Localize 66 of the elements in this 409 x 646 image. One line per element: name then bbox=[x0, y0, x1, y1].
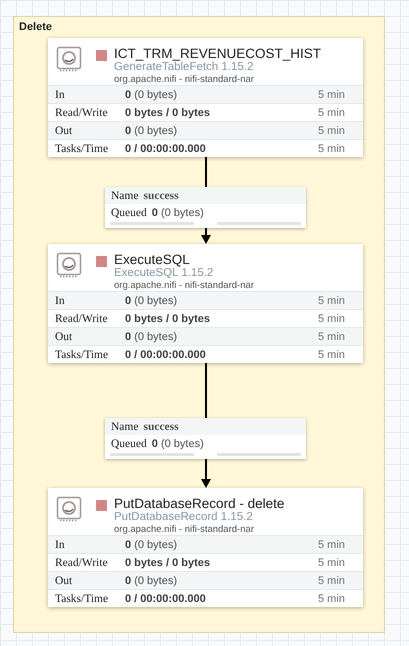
stat-label: In bbox=[55, 538, 66, 550]
name-label: Name bbox=[111, 190, 138, 202]
processor-card[interactable]: ExecuteSQL ExecuteSQL 1.15.2 org.apache.nifi - nifi-standard-nar In 0 (0 bytes) 5 min Read/Write 0 bytes / 0 bytes 5 min Out 0 (0 bytes) 5 min Tasks/Time 0 / 00:00:00.000 5 min bbox=[48, 244, 363, 363]
stat-value: 0 (0 bytes) bbox=[125, 538, 178, 550]
stat-value: 0 bytes / 0 bytes bbox=[125, 312, 211, 324]
processor-name: PutDatabaseRecord - delete bbox=[114, 496, 284, 511]
processor-icon bbox=[56, 496, 82, 522]
stat-label: In bbox=[55, 88, 66, 100]
stat-value: 0 (0 bytes) bbox=[125, 574, 178, 586]
stat-value: 0 / 00:00:00.000 bbox=[125, 348, 207, 360]
stat-value: 0 / 00:00:00.000 bbox=[125, 142, 207, 154]
processor-icon bbox=[56, 46, 82, 72]
connection-name: success bbox=[143, 420, 179, 432]
stat-value: 0 (0 bytes) bbox=[125, 294, 178, 306]
processor-type: PutDatabaseRecord 1.15.2 bbox=[114, 511, 254, 524]
stat-window: 5 min bbox=[318, 142, 363, 154]
stat-value: 0 (0 bytes) bbox=[125, 330, 178, 342]
stat-label: Tasks/Time bbox=[55, 592, 110, 604]
stat-window: 5 min bbox=[318, 106, 363, 118]
processor-type: GenerateTableFetch 1.15.2 bbox=[114, 61, 254, 74]
stat-label: Read/Write bbox=[55, 556, 109, 568]
processor-name: ICT_TRM_REVENUECOST_HIST bbox=[114, 46, 322, 61]
connection-line bbox=[205, 363, 207, 418]
connection-label[interactable]: Name success Queued 0 (0 bytes) bbox=[105, 187, 306, 228]
stat-value: 0 bytes / 0 bytes bbox=[125, 556, 211, 568]
stat-label: In bbox=[55, 294, 66, 306]
stat-label: Read/Write bbox=[55, 312, 109, 324]
stat-window: 5 min bbox=[318, 538, 363, 550]
stat-window: 5 min bbox=[318, 294, 363, 306]
connection-line bbox=[205, 459, 207, 479]
queued-label: Queued bbox=[111, 206, 147, 218]
stat-value: 0 / 00:00:00.000 bbox=[125, 592, 207, 604]
stat-window: 5 min bbox=[318, 312, 363, 324]
stat-window: 5 min bbox=[318, 592, 363, 604]
stat-window: 5 min bbox=[318, 556, 363, 568]
processor-bundle: org.apache.nifi - nifi-standard-nar bbox=[114, 74, 255, 86]
connection-line bbox=[205, 157, 207, 187]
stat-label: Out bbox=[55, 124, 74, 136]
stat-window: 5 min bbox=[318, 574, 363, 586]
stat-label: Out bbox=[55, 574, 74, 586]
stat-window: 5 min bbox=[318, 330, 363, 342]
stat-label: Tasks/Time bbox=[55, 348, 110, 360]
queued-value: 0 (0 bytes) bbox=[152, 438, 204, 450]
processor-bundle: org.apache.nifi - nifi-standard-nar bbox=[114, 524, 255, 536]
name-label: Name bbox=[111, 420, 138, 432]
processor-icon bbox=[56, 252, 82, 278]
stat-window: 5 min bbox=[318, 348, 363, 360]
group-title: Delete bbox=[19, 21, 54, 35]
processor-card[interactable]: ICT_TRM_REVENUECOST_HIST GenerateTableFetch 1.15.2 org.apache.nifi - nifi-standard-nar In 0 (0 bytes) 5 min Read/Write 0 bytes / 0 bytes 5 min Out 0 (0 bytes) 5 min Tasks/Time 0 / 00:00:00.000 5 min bbox=[48, 38, 363, 157]
stat-value: 0 (0 bytes) bbox=[125, 88, 178, 100]
connection-label[interactable]: Name success Queued 0 (0 bytes) bbox=[105, 418, 306, 459]
stat-window: 5 min bbox=[318, 124, 363, 136]
process-group[interactable] bbox=[13, 16, 385, 633]
stat-value: 0 (0 bytes) bbox=[125, 124, 178, 136]
stat-label: Read/Write bbox=[55, 106, 109, 118]
processor-card[interactable]: PutDatabaseRecord - delete PutDatabaseRecord 1.15.2 org.apache.nifi - nifi-standard-nar In 0 (0 bytes) 5 min Read/Write 0 bytes / 0 bytes 5 min Out 0 (0 bytes) 5 min Tasks/Time 0 / 00:00:00.000 5 min bbox=[48, 488, 363, 607]
queued-value: 0 (0 bytes) bbox=[152, 206, 204, 218]
connection-name: success bbox=[143, 190, 179, 202]
processor-bundle: org.apache.nifi - nifi-standard-nar bbox=[114, 280, 254, 292]
stat-value: 0 bytes / 0 bytes bbox=[125, 106, 211, 118]
processor-name: ExecuteSQL bbox=[114, 252, 191, 267]
stat-label: Tasks/Time bbox=[55, 142, 110, 154]
processor-type: ExecuteSQL 1.15.2 bbox=[114, 267, 214, 280]
stat-window: 5 min bbox=[318, 88, 363, 100]
queued-label: Queued bbox=[111, 438, 147, 450]
stat-label: Out bbox=[55, 330, 74, 342]
